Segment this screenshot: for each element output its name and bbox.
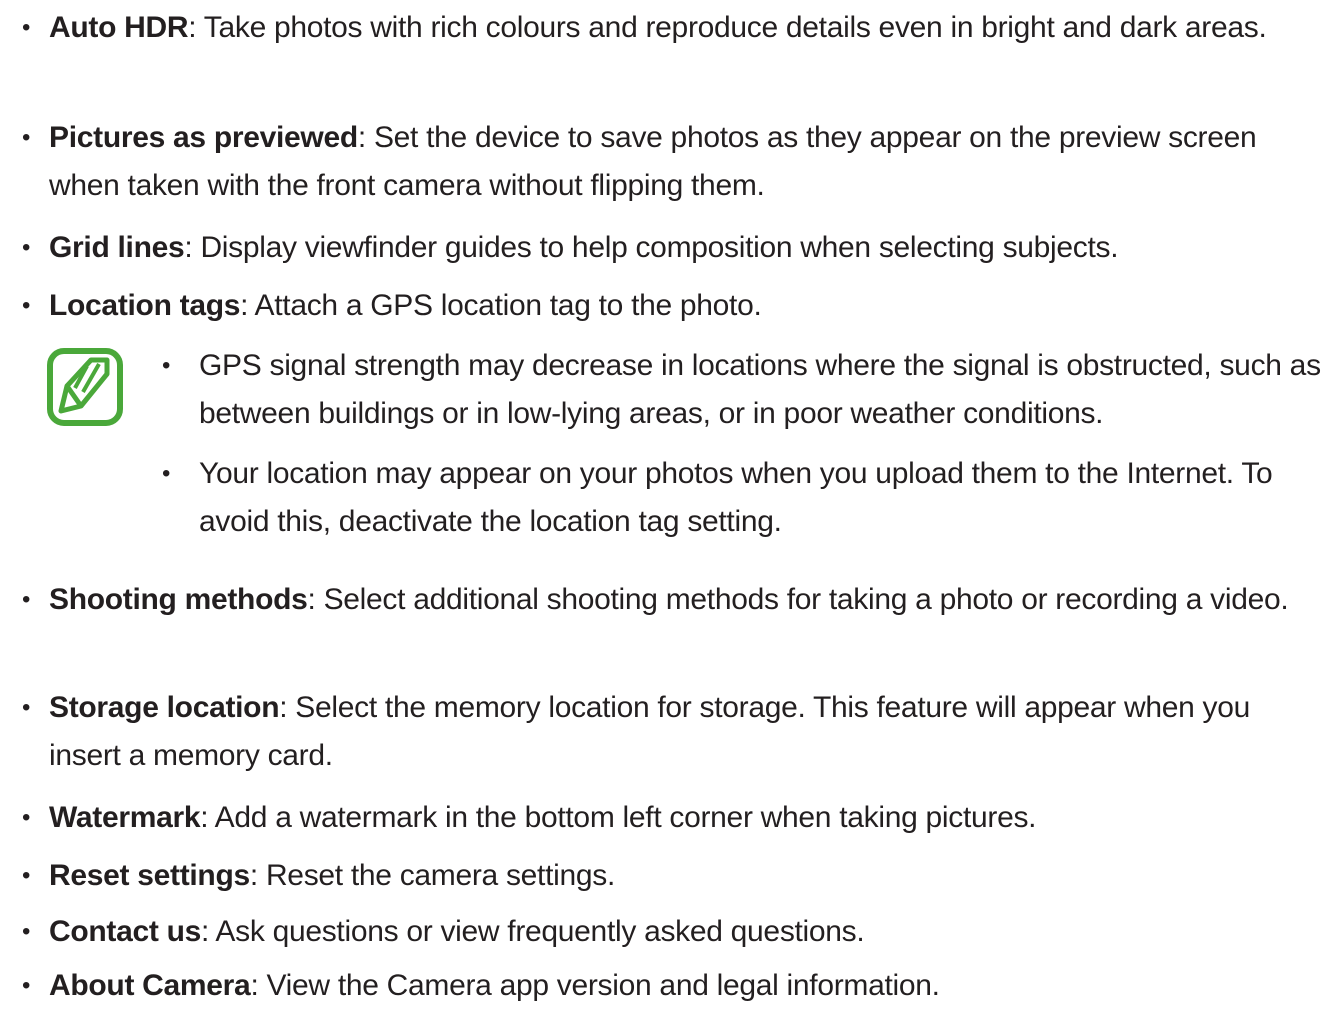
bullet: • xyxy=(22,124,31,151)
setting-text: Location tags: Attach a GPS location tag… xyxy=(49,282,1308,330)
setting-description: : Display viewfinder guides to help comp… xyxy=(184,231,1119,264)
setting-description: : Attach a GPS location tag to the photo… xyxy=(240,289,762,322)
setting-text: About Camera: View the Camera app versio… xyxy=(49,962,1308,1010)
setting-term: About Camera xyxy=(49,969,251,1002)
manual-page: • Auto HDR: Take photos with rich colour… xyxy=(0,0,1330,1010)
bullet: • xyxy=(22,918,31,945)
setting-description: : Select additional shooting methods for… xyxy=(307,583,1289,616)
setting-text: Watermark: Add a watermark in the bottom… xyxy=(49,794,1308,842)
note-text: GPS signal strength may decrease in loca… xyxy=(199,349,1321,430)
setting-term: Storage location xyxy=(49,691,280,724)
setting-term: Shooting methods xyxy=(49,583,308,616)
note-pencil-icon xyxy=(47,348,123,426)
setting-term: Location tags xyxy=(49,289,241,322)
bullet: • xyxy=(162,352,171,379)
bullet: • xyxy=(22,694,31,721)
setting-text: Auto HDR: Take photos with rich colours … xyxy=(49,4,1308,52)
bullet: • xyxy=(22,862,31,889)
setting-text: Shooting methods: Select additional shoo… xyxy=(49,576,1308,624)
setting-description: : Take photos with rich colours and repr… xyxy=(188,11,1267,44)
bullet: • xyxy=(22,234,31,261)
setting-text: Contact us: Ask questions or view freque… xyxy=(49,908,1308,956)
setting-text: Pictures as previewed: Set the device to… xyxy=(49,114,1308,210)
setting-term: Grid lines xyxy=(49,231,185,264)
setting-description: : Ask questions or view frequently asked… xyxy=(201,915,865,948)
bullet: • xyxy=(22,292,31,319)
bullet: • xyxy=(22,14,31,41)
bullet: • xyxy=(22,972,31,999)
setting-description: : Add a watermark in the bottom left cor… xyxy=(200,801,1037,834)
setting-term: Reset settings xyxy=(49,859,250,892)
setting-term: Watermark xyxy=(49,801,201,834)
setting-text: Grid lines: Display viewfinder guides to… xyxy=(49,224,1308,272)
setting-description: : Reset the camera settings. xyxy=(249,859,615,892)
bullet: • xyxy=(162,460,171,487)
setting-term: Pictures as previewed xyxy=(49,121,358,154)
setting-text: Storage location: Select the memory loca… xyxy=(49,684,1308,780)
setting-description: : View the Camera app version and legal … xyxy=(250,969,940,1002)
bullet: • xyxy=(22,586,31,613)
bullet: • xyxy=(22,804,31,831)
setting-text: Reset settings: Reset the camera setting… xyxy=(49,852,1308,900)
setting-term: Contact us xyxy=(49,915,202,948)
note-text: Your location may appear on your photos … xyxy=(199,457,1273,538)
setting-term: Auto HDR xyxy=(49,11,189,44)
